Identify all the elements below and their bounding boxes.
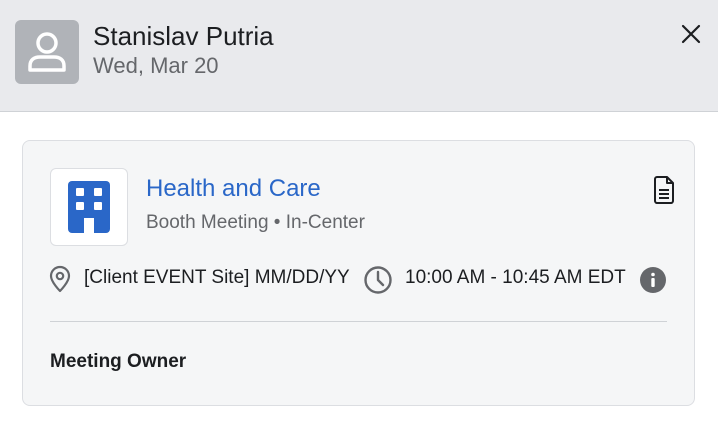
location-pin-icon [49, 265, 71, 293]
dialog-header: Stanislav Putria Wed, Mar 20 [0, 0, 718, 112]
avatar [15, 20, 79, 84]
document-button[interactable] [651, 175, 677, 205]
meeting-subtitle: Booth Meeting • In-Center [146, 212, 365, 233]
close-button[interactable] [676, 19, 706, 49]
info-icon[interactable] [639, 266, 667, 294]
meeting-owner-label: Meeting Owner [50, 351, 187, 372]
meeting-time: 10:00 AM - 10:45 AM EDT [405, 267, 626, 288]
meeting-location: [Client EVENT Site] MM/DD/YY [84, 267, 350, 288]
meeting-date: Wed, Mar 20 [93, 53, 219, 78]
building-icon [68, 181, 110, 233]
divider [50, 321, 667, 322]
meeting-card: Health and Care Booth Meeting • In-Cente… [22, 140, 695, 406]
close-icon [681, 24, 701, 44]
company-logo [50, 168, 128, 246]
clock-icon [364, 266, 392, 294]
meeting-title[interactable]: Health and Care [146, 174, 321, 204]
person-name: Stanislav Putria [93, 21, 274, 51]
person-icon [28, 32, 66, 72]
document-icon [654, 176, 674, 204]
